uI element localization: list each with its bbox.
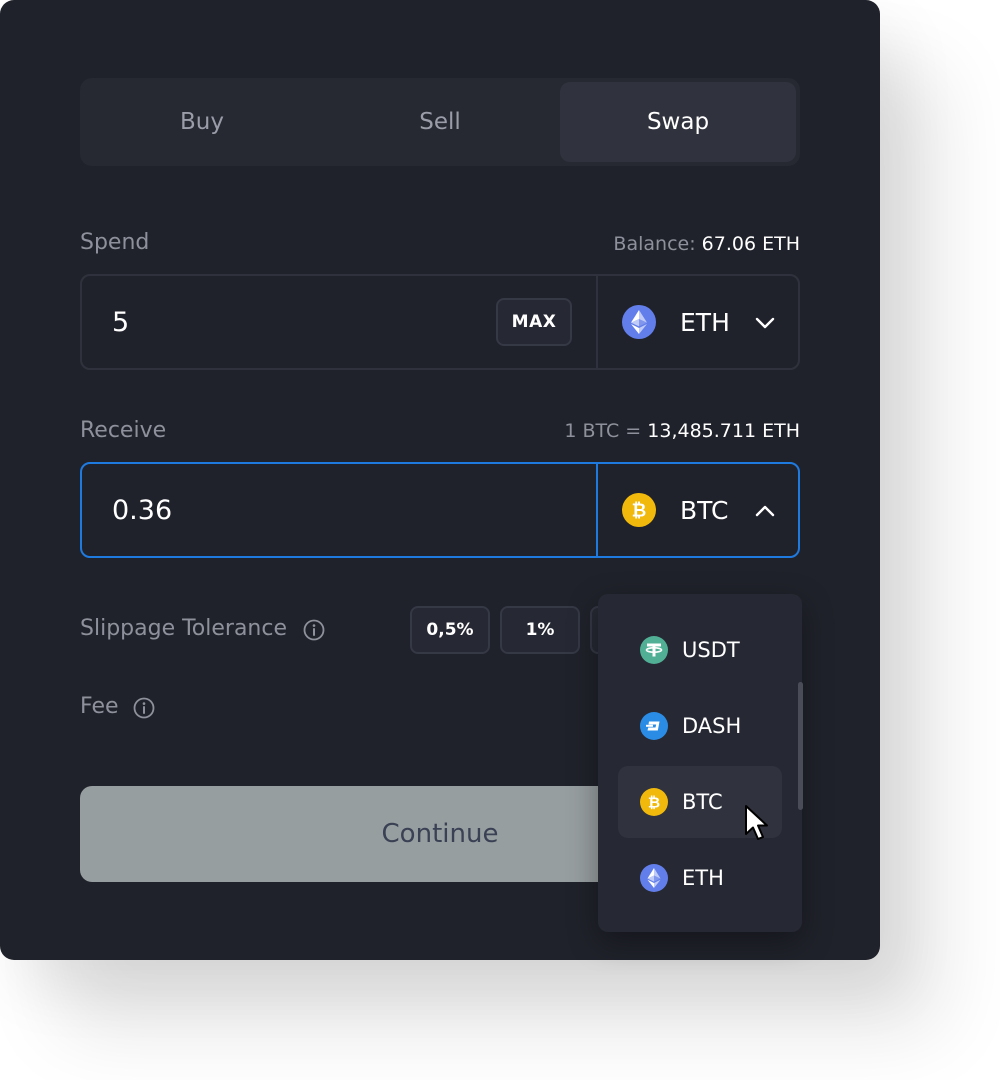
balance-info: Balance: 67.06 ETH [613, 233, 800, 255]
receive-field: 0.36 ₿ BTC [80, 462, 800, 558]
dropdown-scrollbar[interactable] [798, 682, 803, 810]
tether-icon [640, 636, 668, 664]
spend-amount-input[interactable]: 5 [112, 276, 129, 368]
trade-mode-tabs: Buy Sell Swap [80, 78, 800, 166]
svg-text:₿: ₿ [648, 794, 660, 812]
info-icon[interactable] [303, 619, 325, 641]
info-icon[interactable] [133, 697, 155, 719]
coin-option-label: ETH [682, 866, 724, 890]
tab-sell[interactable]: Sell [322, 82, 558, 162]
coin-option-usdt[interactable]: USDT [618, 614, 782, 686]
ethereum-icon [622, 305, 656, 339]
spend-label: Spend [80, 230, 150, 255]
balance-label: Balance: [613, 233, 696, 255]
ethereum-icon [640, 864, 668, 892]
chevron-up-icon [755, 505, 775, 517]
receive-coin-symbol: BTC [680, 495, 729, 525]
coin-option-dash[interactable]: DASH [618, 690, 782, 762]
spend-field: 5 MAX ETH [80, 274, 800, 370]
tab-buy[interactable]: Buy [84, 82, 320, 162]
bitcoin-icon: ₿ [622, 493, 656, 527]
coin-option-label: BTC [682, 790, 723, 814]
slippage-label: Slippage Tolerance [80, 616, 288, 641]
coin-option-label: USDT [682, 638, 740, 662]
coin-option-eth[interactable]: ETH [618, 842, 782, 914]
bitcoin-icon: ₿ [640, 788, 668, 816]
max-button[interactable]: MAX [496, 298, 572, 346]
receive-label: Receive [80, 418, 167, 443]
coin-option-label: DASH [682, 714, 742, 738]
slippage-option-0-5[interactable]: 0,5% [410, 606, 490, 654]
spend-coin-symbol: ETH [680, 307, 730, 337]
rate-label: 1 BTC = [564, 420, 642, 442]
tab-swap[interactable]: Swap [560, 82, 796, 162]
mouse-pointer-icon [745, 805, 768, 840]
svg-text:₿: ₿ [632, 501, 647, 522]
rate-value: 13,485.711 ETH [647, 420, 800, 442]
dash-icon [640, 712, 668, 740]
exchange-rate-info: 1 BTC = 13,485.711 ETH [564, 420, 800, 442]
receive-coin-select[interactable]: ₿ BTC [598, 464, 798, 556]
balance-value: 67.06 ETH [701, 233, 800, 255]
spend-coin-select[interactable]: ETH [598, 276, 798, 368]
fee-label: Fee [80, 694, 119, 719]
chevron-down-icon [755, 317, 775, 329]
receive-amount-input[interactable]: 0.36 [112, 464, 172, 556]
slippage-option-1[interactable]: 1% [500, 606, 580, 654]
coin-dropdown-menu: USDT DASH ₿ BTC ETH [598, 594, 802, 932]
